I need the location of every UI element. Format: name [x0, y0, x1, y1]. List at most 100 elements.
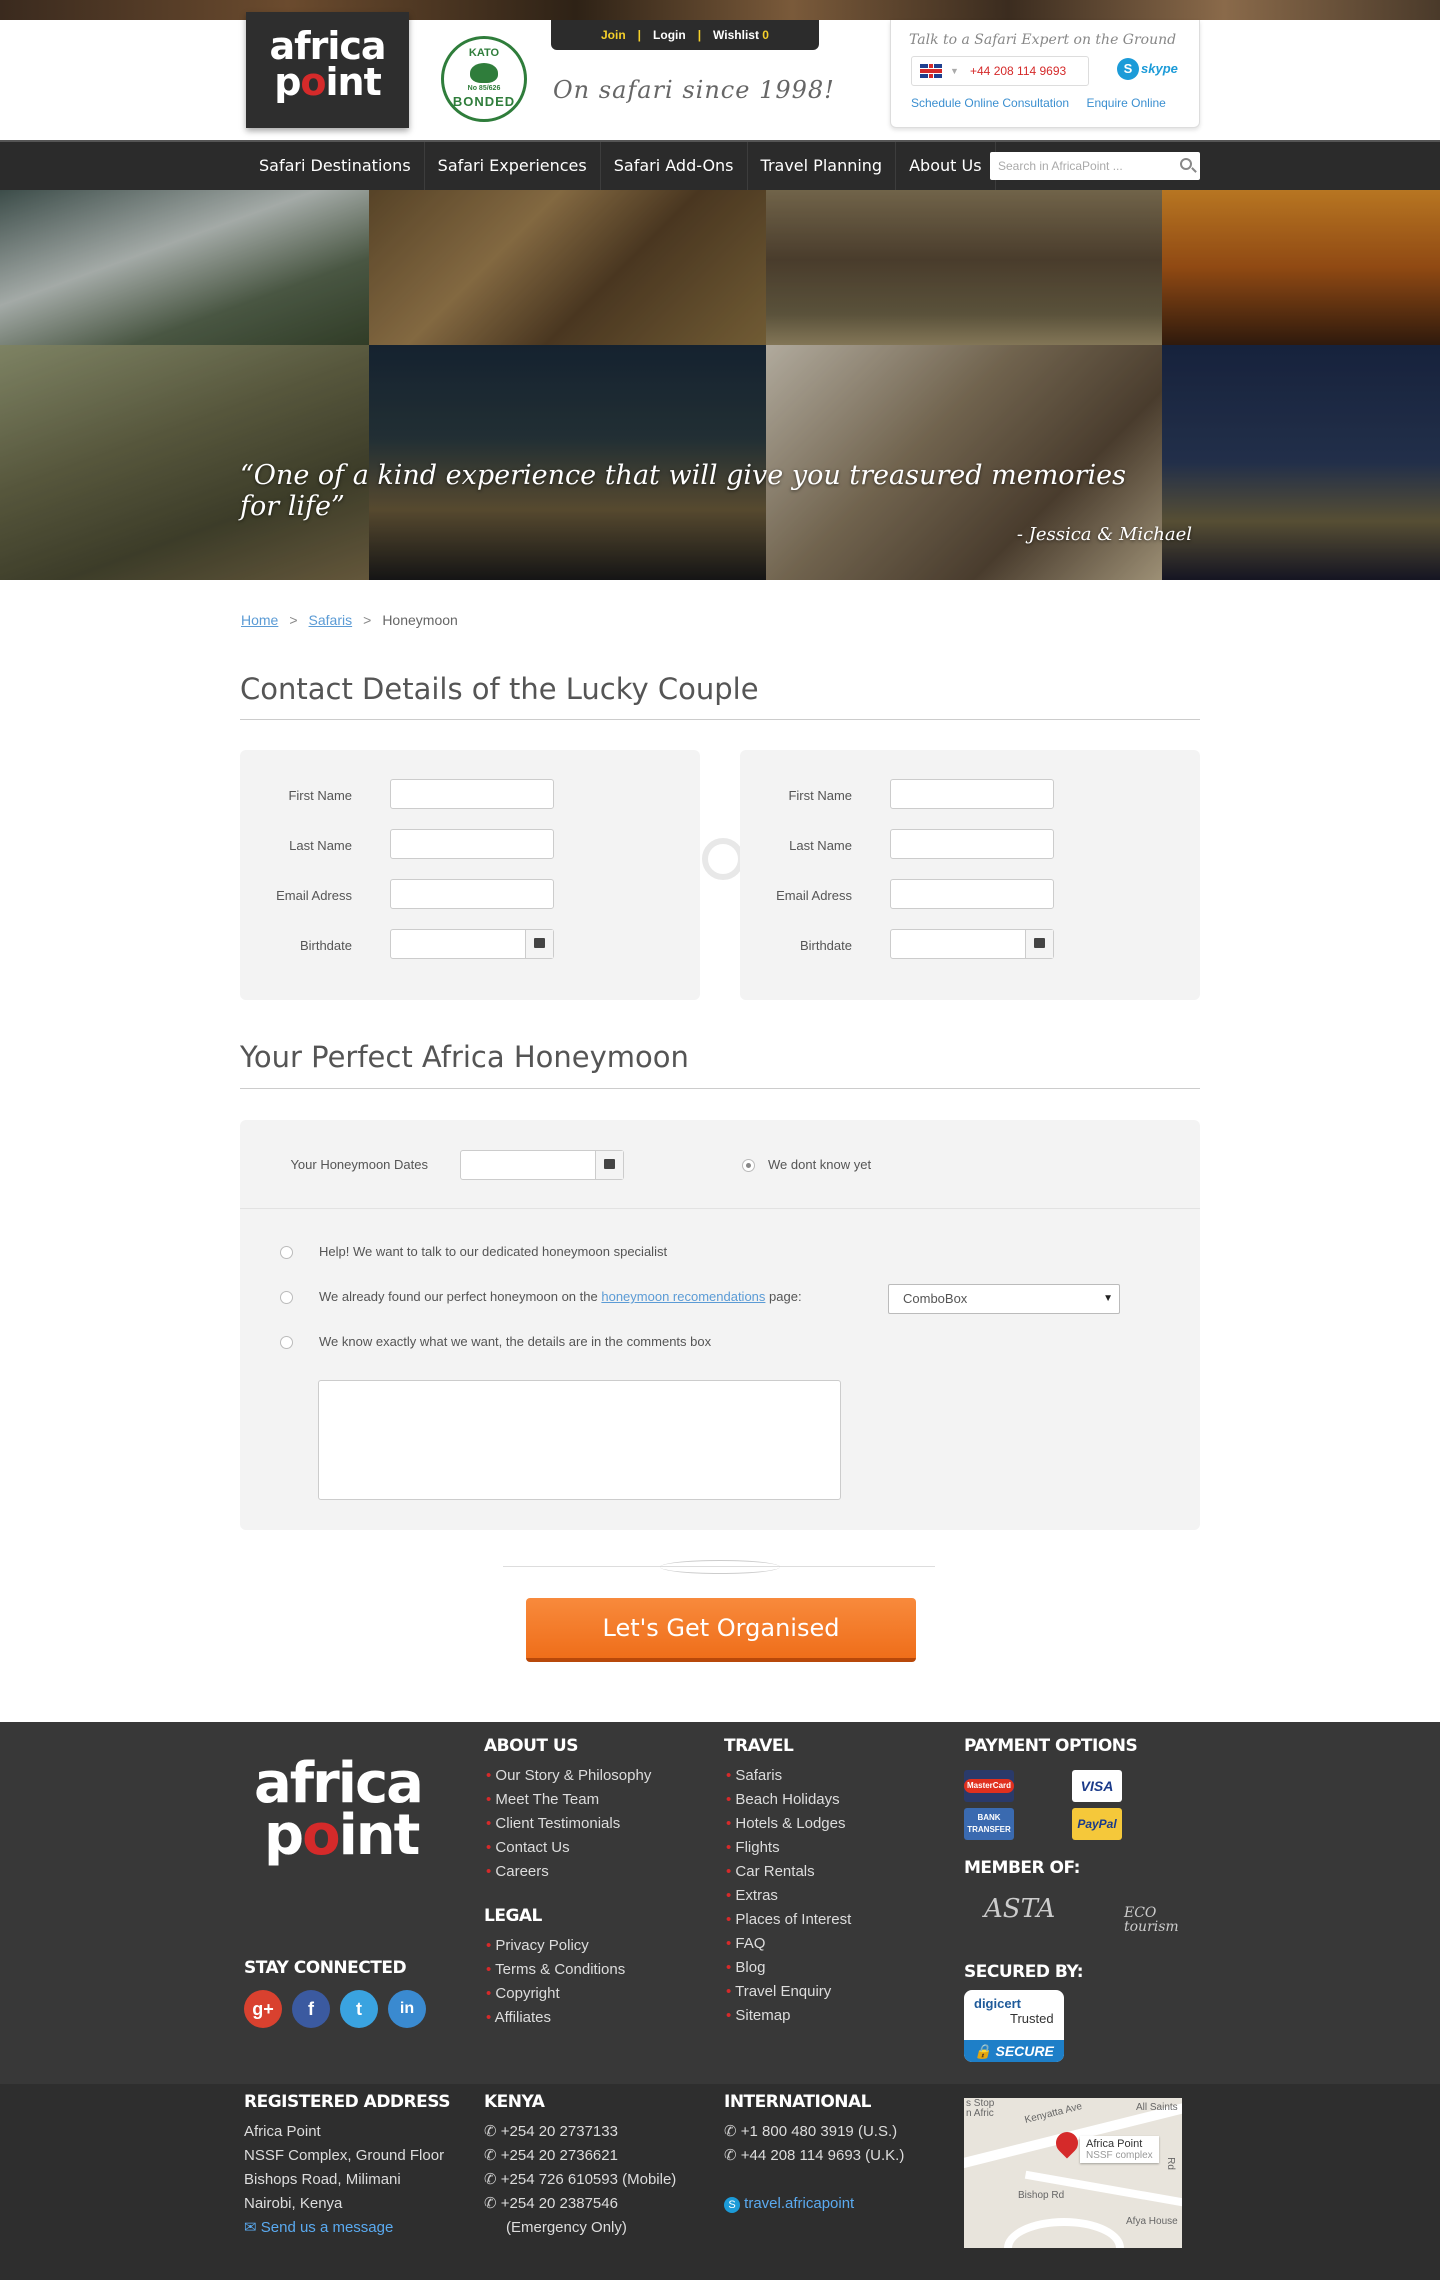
exact-details-radio[interactable]: [280, 1336, 293, 1349]
footer-link-our-story[interactable]: Our Story & Philosophy: [486, 1764, 651, 1788]
honeymoon-recommendations-link[interactable]: honeymoon recomendations: [601, 1289, 765, 1304]
hero-quote: “One of a kind experience that will give…: [240, 460, 1126, 522]
section-divider: [240, 1088, 1200, 1089]
linkedin-icon[interactable]: in: [388, 1990, 426, 2028]
legal-links: Privacy Policy Terms & Conditions Copyri…: [486, 1934, 626, 2030]
specialist-label: Help! We want to talk to our dedicated h…: [319, 1244, 668, 1259]
footer-link-meet-team[interactable]: Meet The Team: [486, 1788, 651, 1812]
last-name-label: Last Name: [289, 838, 352, 853]
phone-icon[interactable]: +254 726 610593 (Mobile): [484, 2168, 677, 2192]
breadcrumb-safaris[interactable]: Safaris: [309, 612, 353, 628]
footer-link-blog[interactable]: Blog: [726, 1956, 851, 1980]
dont-know-label: We dont know yet: [768, 1157, 872, 1172]
partner-2-last-name-input[interactable]: [890, 829, 1054, 859]
nav-safari-add-ons[interactable]: Safari Add-Ons: [601, 142, 748, 190]
footer-link-extras[interactable]: Extras: [726, 1884, 851, 1908]
facebook-icon[interactable]: f: [292, 1990, 330, 2028]
partner-1-email-input[interactable]: [390, 879, 554, 909]
lets-get-organised-button[interactable]: Let's Get Organised: [526, 1598, 916, 1662]
footer-link-car-rentals[interactable]: Car Rentals: [726, 1860, 851, 1884]
recommendation-select[interactable]: ComboBox ▼: [888, 1284, 1120, 1314]
kato-bonded-badge: KATO No 85/626 BONDED: [441, 36, 527, 122]
site-logo[interactable]: africa point: [246, 12, 409, 128]
footer-link-terms[interactable]: Terms & Conditions: [486, 1958, 625, 1982]
partner-2-birthdate-input[interactable]: [890, 929, 1054, 959]
footer-link-testimonials[interactable]: Client Testimonials: [486, 1812, 651, 1836]
phone-icon[interactable]: +44 208 114 9693 (U.K.): [724, 2144, 905, 2168]
join-link[interactable]: Join: [601, 28, 626, 42]
footer-link-flights[interactable]: Flights: [726, 1836, 851, 1860]
hero-quote-author: - Jessica & Michael: [1016, 524, 1192, 545]
nav-about-us[interactable]: About Us: [896, 142, 996, 190]
specialist-radio[interactable]: [280, 1246, 293, 1259]
nav-safari-destinations[interactable]: Safari Destinations: [246, 142, 425, 190]
partner-2-first-name-input[interactable]: [890, 779, 1054, 809]
nav-safari-experiences[interactable]: Safari Experiences: [425, 142, 601, 190]
footer-link-enquiry[interactable]: Travel Enquiry: [726, 1980, 851, 2004]
partner-1-last-name-input[interactable]: [390, 829, 554, 859]
buffalo-icon: [470, 63, 498, 83]
phone-icon[interactable]: +254 20 2387546: [484, 2192, 676, 2216]
last-name-label: Last Name: [789, 838, 852, 853]
chevron-down-icon: ▼: [950, 66, 959, 76]
footer-link-beach[interactable]: Beach Holidays: [726, 1788, 851, 1812]
stay-connected-heading: Stay Connected: [244, 1958, 407, 1978]
breadcrumb: Home > Safaris > Honeymoon: [241, 612, 458, 628]
footer-logo[interactable]: africa point: [254, 1756, 424, 1864]
search-icon[interactable]: [1180, 158, 1192, 170]
partner-1-first-name-input[interactable]: [390, 779, 554, 809]
nav-travel-planning[interactable]: Travel Planning: [748, 142, 897, 190]
email-label: Email Adress: [276, 888, 352, 903]
footer-link-copyright[interactable]: Copyright: [486, 1982, 625, 2006]
skype-button[interactable]: Sskype: [1117, 58, 1178, 80]
calendar-icon[interactable]: [525, 930, 553, 958]
kenya-phones: +254 20 2737133 +254 20 2736621 +254 726…: [484, 2120, 677, 2240]
phone-selector[interactable]: ▼ +44 208 114 9693: [911, 56, 1089, 86]
partner-1-panel: First Name Last Name Email Adress Birthd…: [240, 750, 700, 1000]
about-links: Our Story & Philosophy Meet The Team Cli…: [486, 1764, 651, 1884]
twitter-icon[interactable]: t: [340, 1990, 378, 2028]
calendar-icon[interactable]: [595, 1151, 623, 1179]
international-phones: +1 800 480 3919 (U.S.) +44 208 114 9693 …: [724, 2120, 904, 2216]
first-name-label: First Name: [288, 788, 352, 803]
honeymoon-dates-input[interactable]: [460, 1150, 624, 1180]
main-nav: Safari Destinations Safari Experiences S…: [0, 140, 1440, 190]
calendar-icon[interactable]: [1025, 930, 1053, 958]
lock-icon: 🔒: [974, 2043, 992, 2059]
footer-link-faq[interactable]: FAQ: [726, 1932, 851, 1956]
office-location-map[interactable]: Kenyatta Ave Bishop Rd All Saints s Stop…: [964, 2098, 1182, 2248]
logo-text-line2: point: [274, 60, 382, 104]
footer-link-safaris[interactable]: Safaris: [726, 1764, 851, 1788]
visa-logo: VISA: [1072, 1770, 1122, 1802]
wishlist-link[interactable]: Wishlist 0: [713, 28, 769, 42]
account-bar: Join | Login | Wishlist 0: [551, 20, 819, 50]
phone-number: +44 208 114 9693: [970, 64, 1067, 78]
footer-link-hotels[interactable]: Hotels & Lodges: [726, 1812, 851, 1836]
found-recommendation-radio[interactable]: [280, 1291, 293, 1304]
login-link[interactable]: Login: [653, 28, 686, 42]
flourish-ornament: [660, 1560, 780, 1574]
phone-icon[interactable]: +254 20 2736621: [484, 2144, 676, 2168]
breadcrumb-home[interactable]: Home: [241, 612, 278, 628]
mastercard-logo: MasterCard: [964, 1770, 1015, 1802]
search-input[interactable]: Search in AfricaPoint ...: [990, 152, 1200, 180]
comments-textarea[interactable]: [318, 1380, 841, 1500]
partner-2-email-input[interactable]: [890, 879, 1054, 909]
first-name-label: First Name: [788, 788, 852, 803]
skype-contact-link[interactable]: S travel.africapoint: [724, 2192, 904, 2216]
digicert-badge[interactable]: digicert Trusted 🔒 SECURE: [964, 1990, 1064, 2062]
google-plus-icon[interactable]: g+: [244, 1990, 282, 2028]
dont-know-radio[interactable]: [742, 1159, 755, 1172]
footer-link-privacy[interactable]: Privacy Policy: [486, 1934, 625, 1958]
footer-link-places[interactable]: Places of Interest: [726, 1908, 851, 1932]
partner-1-birthdate-input[interactable]: [390, 929, 554, 959]
footer-link-careers[interactable]: Careers: [486, 1860, 651, 1884]
footer-link-sitemap[interactable]: Sitemap: [726, 2004, 851, 2028]
schedule-consultation-link[interactable]: Schedule Online Consultation: [911, 96, 1069, 110]
footer-link-affiliates[interactable]: Affiliates: [486, 2006, 625, 2030]
phone-icon[interactable]: +254 20 2737133: [484, 2120, 676, 2144]
send-message-link[interactable]: ✉ Send us a message: [244, 2216, 444, 2240]
phone-icon[interactable]: +1 800 480 3919 (U.S.): [724, 2120, 904, 2144]
footer-link-contact[interactable]: Contact Us: [486, 1836, 651, 1860]
enquire-online-link[interactable]: Enquire Online: [1086, 96, 1165, 110]
